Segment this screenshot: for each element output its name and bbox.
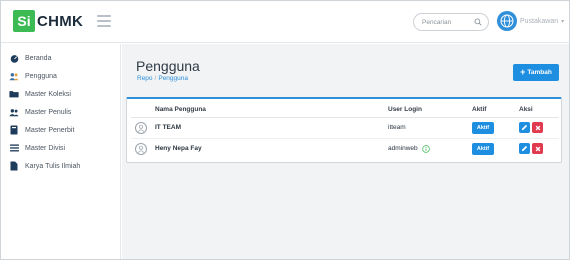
close-icon bbox=[535, 125, 540, 130]
sidebar-item-master-penulis[interactable]: Master Penulis bbox=[9, 106, 71, 118]
avatar-cell bbox=[131, 117, 155, 139]
authors-icon bbox=[9, 107, 19, 117]
sidebar-item-master-penerbit[interactable]: Master Penerbit bbox=[9, 124, 74, 136]
sidebar-item-label: Beranda bbox=[25, 54, 52, 62]
column-header-aktif: Aktif bbox=[472, 102, 519, 118]
close-icon bbox=[535, 146, 540, 152]
user-avatar-icon bbox=[135, 142, 147, 155]
table-header-row: Nama Pengguna User Login Aktif Aksi bbox=[131, 102, 559, 118]
sidebar-item-master-divisi[interactable]: Master Divisi bbox=[9, 142, 65, 154]
users-icon bbox=[9, 71, 19, 81]
breadcrumb: Repo / Pengguna bbox=[137, 75, 188, 82]
actions-cell bbox=[519, 138, 559, 159]
column-header-login: User Login bbox=[388, 102, 472, 118]
actions-cell bbox=[519, 117, 559, 139]
main-content: Pengguna Repo / Pengguna + Tambah Nama Pen… bbox=[122, 44, 569, 259]
top-bar: Si CHMK Pustakawan ▾ bbox=[1, 1, 569, 43]
user-name-cell: Heny Nepa Fay bbox=[155, 145, 202, 153]
book-icon bbox=[9, 125, 19, 135]
user-menu[interactable]: Pustakawan ▾ bbox=[497, 11, 564, 31]
sidebar-item-label: Master Penerbit bbox=[25, 126, 75, 134]
user-name: Pustakawan bbox=[520, 17, 559, 25]
search-input[interactable] bbox=[422, 18, 472, 26]
add-user-button[interactable]: + Tambah bbox=[513, 64, 559, 81]
status-toggle-button[interactable]: Aktif bbox=[472, 121, 494, 134]
sidebar-item-label: Karya Tulis Ilmiah bbox=[25, 162, 81, 170]
list-icon bbox=[9, 143, 19, 153]
dashboard-icon bbox=[9, 53, 19, 63]
logo-text: CHMK bbox=[37, 12, 84, 30]
document-icon bbox=[9, 161, 19, 171]
user-login-cell: adminweb bbox=[388, 138, 472, 159]
delete-button[interactable] bbox=[532, 122, 543, 133]
search-icon[interactable] bbox=[474, 13, 482, 31]
users-table-card: Nama Pengguna User Login Aktif Aksi IT T… bbox=[126, 97, 562, 163]
app-window: Si CHMK Pustakawan ▾ Beranda bbox=[0, 0, 570, 260]
sidebar-item-karya-tulis-ilmiah[interactable]: Karya Tulis Ilmiah bbox=[9, 160, 80, 172]
avatar-cell bbox=[131, 138, 155, 159]
user-avatar-icon bbox=[135, 121, 147, 134]
chevron-down-icon: ▾ bbox=[561, 18, 565, 25]
menu-toggle-icon[interactable] bbox=[97, 15, 111, 27]
sidebar-item-pengguna[interactable]: Pengguna bbox=[9, 70, 57, 82]
plus-icon: + bbox=[520, 67, 526, 77]
delete-button[interactable] bbox=[532, 143, 543, 155]
user-login-text: adminweb bbox=[388, 145, 418, 153]
table-row: IT TEAM itteam Aktif bbox=[131, 117, 559, 139]
status-cell: Aktif bbox=[472, 117, 519, 139]
edit-button[interactable] bbox=[519, 143, 530, 155]
folder-icon bbox=[9, 89, 19, 99]
status-toggle-button[interactable]: Aktif bbox=[472, 142, 494, 155]
pencil-icon bbox=[521, 124, 528, 131]
user-login-cell: itteam bbox=[388, 117, 472, 139]
search-box bbox=[413, 13, 489, 31]
edit-button[interactable] bbox=[519, 122, 530, 133]
sidebar-item-label: Master Divisi bbox=[25, 144, 66, 152]
add-button-label: Tambah bbox=[527, 69, 552, 76]
sidebar: Beranda Pengguna Master Koleksi Master P… bbox=[1, 44, 121, 259]
column-header-avatar bbox=[131, 102, 155, 118]
app-logo[interactable]: Si CHMK bbox=[13, 10, 83, 32]
sidebar-item-beranda[interactable]: Beranda bbox=[9, 52, 51, 64]
pencil-icon bbox=[521, 146, 528, 152]
sidebar-item-label: Master Koleksi bbox=[25, 90, 71, 98]
table-row: Heny Nepa Fay adminweb Aktif bbox=[131, 138, 559, 159]
column-header-name: Nama Pengguna bbox=[155, 102, 388, 118]
status-cell: Aktif bbox=[472, 138, 519, 159]
breadcrumb-separator: / bbox=[154, 75, 157, 82]
user-avatar-icon bbox=[497, 11, 517, 31]
column-header-aksi: Aksi bbox=[519, 102, 559, 118]
breadcrumb-current: Pengguna bbox=[158, 75, 188, 82]
info-icon[interactable] bbox=[421, 145, 430, 153]
sidebar-item-label: Pengguna bbox=[25, 72, 57, 80]
user-name-cell: IT TEAM bbox=[155, 117, 388, 139]
logo-mark: Si bbox=[13, 10, 35, 32]
users-table: Nama Pengguna User Login Aktif Aksi IT T… bbox=[131, 102, 559, 159]
page-title: Pengguna bbox=[136, 58, 200, 74]
sidebar-item-label: Master Penulis bbox=[25, 108, 72, 116]
sidebar-item-master-koleksi[interactable]: Master Koleksi bbox=[9, 88, 71, 100]
breadcrumb-root-link[interactable]: Repo bbox=[137, 75, 153, 82]
